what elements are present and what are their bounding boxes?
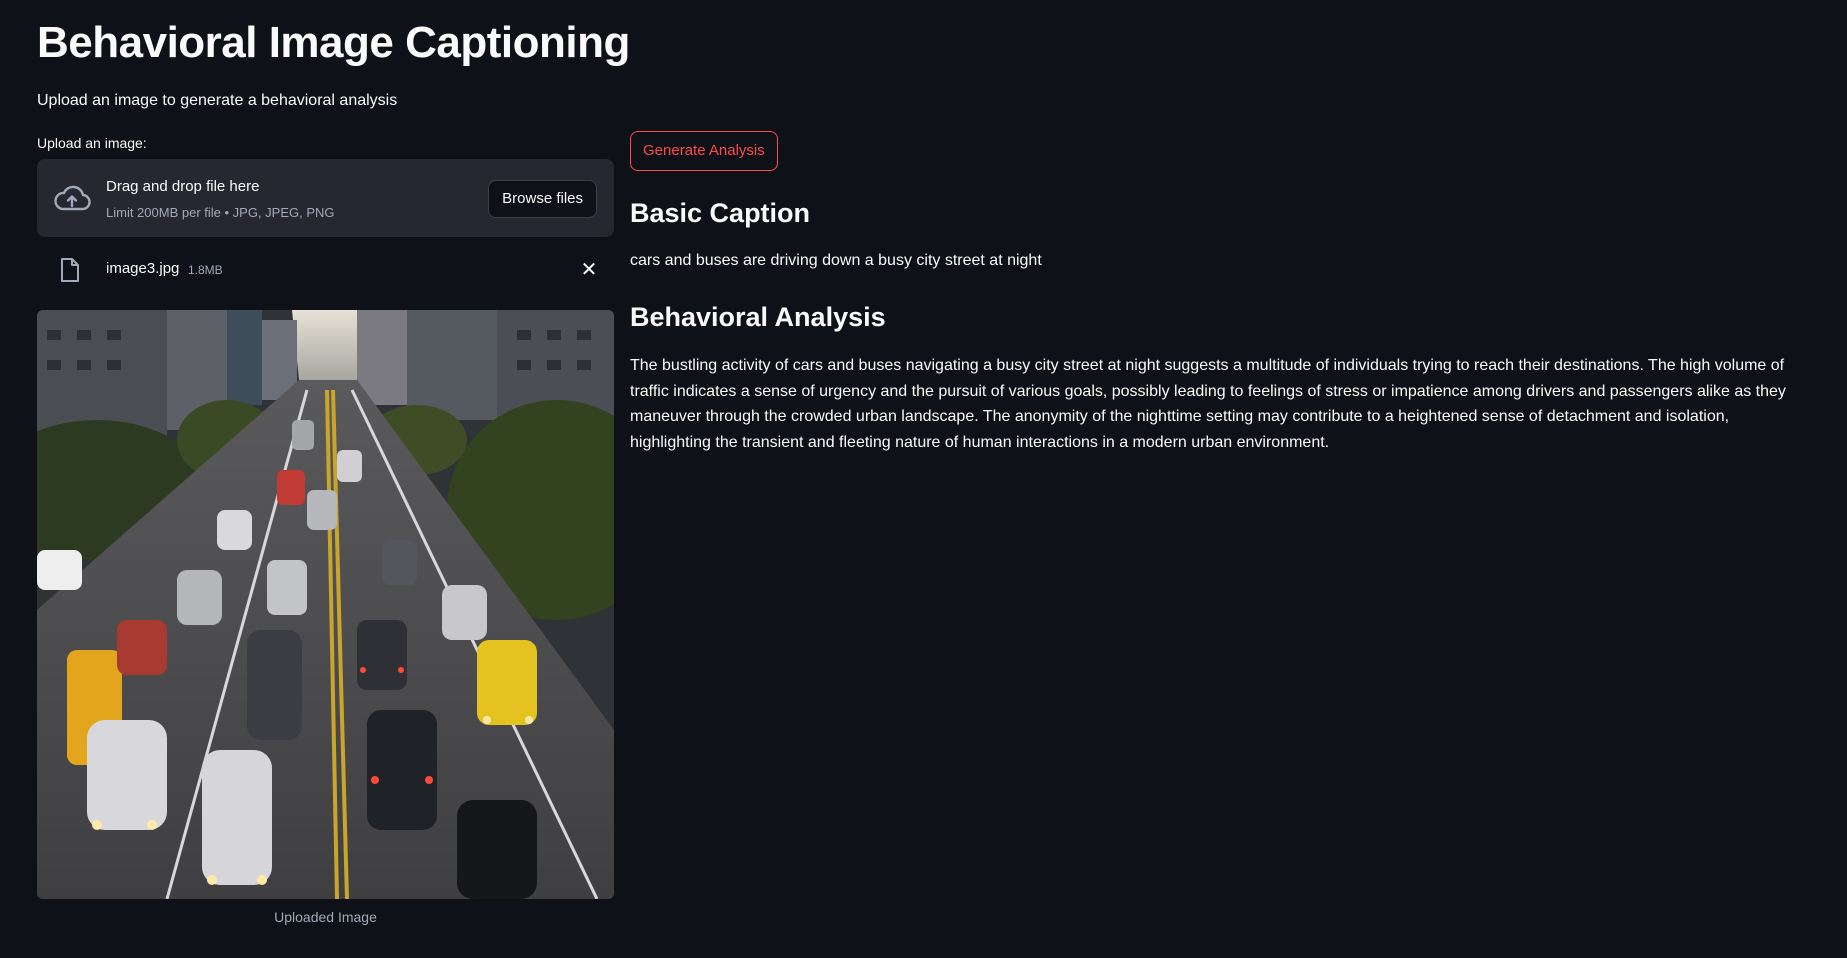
basic-caption-heading: Basic Caption — [630, 198, 811, 228]
file-icon — [61, 258, 79, 282]
uploaded-file-item: image3.jpg 1.8MB ✕ — [37, 250, 614, 290]
dropzone-title: Drag and drop file here — [106, 178, 260, 195]
file-size: 1.8MB — [188, 263, 223, 277]
uploaded-image — [37, 310, 614, 899]
city-traffic-photo — [37, 310, 614, 899]
behavioral-analysis-text: The bustling activity of cars and buses … — [630, 357, 1786, 451]
page-subtitle: Upload an image to generate a behavioral… — [37, 92, 398, 109]
page-title: Behavioral Image Captioning — [37, 18, 630, 67]
file-dropzone[interactable]: Drag and drop file here Limit 200MB per … — [37, 159, 614, 237]
upload-label: Upload an image: — [37, 135, 147, 151]
file-name: image3.jpg — [106, 260, 180, 277]
generate-analysis-button[interactable]: Generate Analysis — [630, 131, 778, 171]
behavioral-analysis-heading: Behavioral Analysis — [630, 302, 886, 332]
basic-caption-text: cars and buses are driving down a busy c… — [630, 252, 1042, 269]
close-icon[interactable]: ✕ — [578, 259, 600, 281]
image-caption: Uploaded Image — [274, 909, 377, 925]
browse-files-button[interactable]: Browse files — [488, 180, 597, 218]
cloud-upload-icon — [54, 185, 91, 211]
dropzone-limit: Limit 200MB per file • JPG, JPEG, PNG — [106, 205, 335, 220]
